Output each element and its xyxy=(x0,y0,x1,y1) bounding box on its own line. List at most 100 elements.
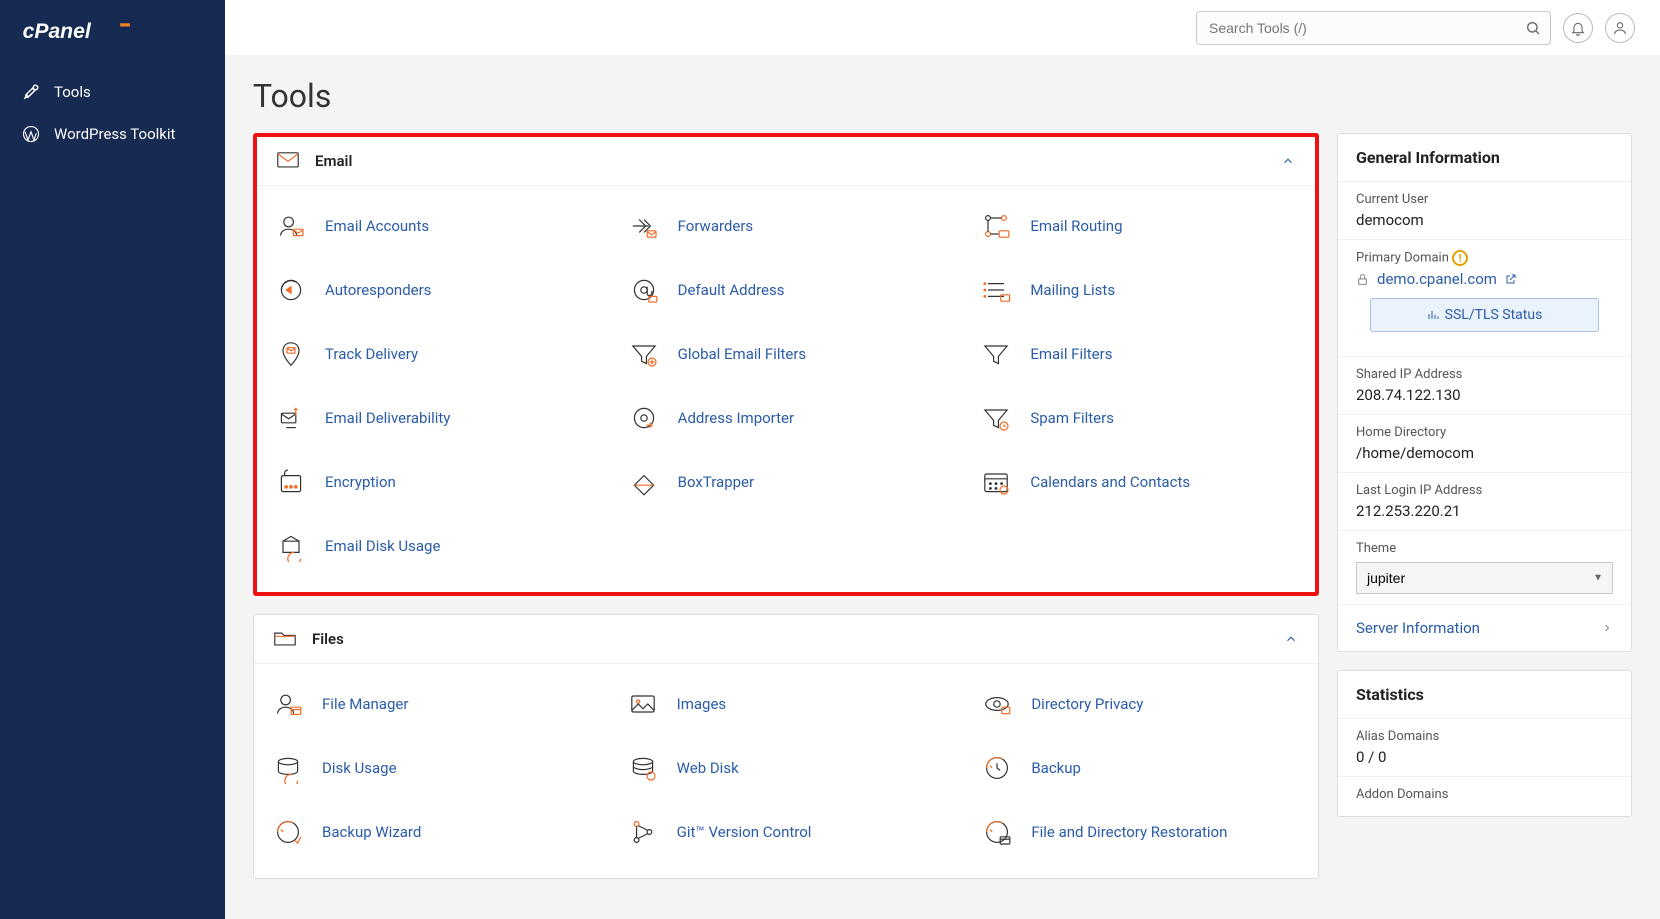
tool-backup-wizard[interactable]: Backup Wizard xyxy=(264,804,599,860)
track-delivery-icon xyxy=(275,338,307,370)
address-importer-icon xyxy=(628,402,660,434)
home-dir-value: /home/democom xyxy=(1356,444,1613,462)
tool-address-importer[interactable]: Address Importer xyxy=(620,390,953,446)
theme-select[interactable]: jupiter xyxy=(1356,562,1613,594)
alias-domains-label: Alias Domains xyxy=(1356,729,1613,744)
section-header-email[interactable]: Email xyxy=(257,137,1315,186)
tool-label: Email Disk Usage xyxy=(325,537,440,556)
cpanel-logo-icon: cPanel xyxy=(22,20,137,46)
tool-label: Encryption xyxy=(325,473,396,492)
section-title: Files xyxy=(312,630,1268,648)
tool-label: Spam Filters xyxy=(1030,409,1114,428)
tool-label: Email Routing xyxy=(1030,217,1122,236)
default-address-icon xyxy=(628,274,660,306)
tool-email-filters[interactable]: Email Filters xyxy=(972,326,1305,382)
tool-disk-usage[interactable]: Disk Usage xyxy=(264,740,599,796)
current-user-value: democom xyxy=(1356,211,1613,229)
sidebar-item-label: Tools xyxy=(54,83,91,101)
tool-label: Backup Wizard xyxy=(322,823,421,842)
encryption-icon xyxy=(275,466,307,498)
bell-icon xyxy=(1570,20,1586,36)
tool-label: Email Filters xyxy=(1030,345,1112,364)
user-menu-button[interactable] xyxy=(1605,13,1635,43)
last-login-label: Last Login IP Address xyxy=(1356,483,1613,498)
email-disk-usage-icon xyxy=(275,530,307,562)
server-information-link[interactable]: Server Information xyxy=(1338,605,1631,651)
addon-domains-label: Addon Domains xyxy=(1356,787,1613,802)
home-dir-label: Home Directory xyxy=(1356,425,1613,440)
mail-icon xyxy=(277,152,299,170)
sidebar-item-tools[interactable]: Tools xyxy=(0,71,225,113)
tool-git-version-control[interactable]: Git™ Version Control xyxy=(619,804,954,860)
tool-label: File Manager xyxy=(322,695,408,714)
tool-email-routing[interactable]: Email Routing xyxy=(972,198,1305,254)
autoresponders-icon xyxy=(275,274,307,306)
backup-wizard-icon xyxy=(272,816,304,848)
chevron-up-icon xyxy=(1284,632,1298,646)
tool-label: Track Delivery xyxy=(325,345,418,364)
tool-email-accounts[interactable]: Email Accounts xyxy=(267,198,600,254)
calendars-and-contacts-icon xyxy=(980,466,1012,498)
tool-global-email-filters[interactable]: Global Email Filters xyxy=(620,326,953,382)
bars-icon xyxy=(1427,309,1439,321)
notifications-button[interactable] xyxy=(1563,13,1593,43)
tool-file-manager[interactable]: File Manager xyxy=(264,676,599,732)
tool-file-and-directory-restoration[interactable]: File and Directory Restoration xyxy=(973,804,1308,860)
tool-label: Directory Privacy xyxy=(1031,695,1143,714)
tool-spam-filters[interactable]: Spam Filters xyxy=(972,390,1305,446)
statistics-card: Statistics Alias Domains 0 / 0 Addon Dom… xyxy=(1337,670,1632,817)
search-input[interactable] xyxy=(1196,11,1551,45)
tool-email-disk-usage[interactable]: Email Disk Usage xyxy=(267,518,600,574)
images-icon xyxy=(627,688,659,720)
email-deliverability-icon xyxy=(275,402,307,434)
tool-backup[interactable]: Backup xyxy=(973,740,1308,796)
email-accounts-icon xyxy=(275,210,307,242)
theme-label: Theme xyxy=(1356,541,1613,556)
email-routing-icon xyxy=(980,210,1012,242)
tool-forwarders[interactable]: Forwarders xyxy=(620,198,953,254)
tool-boxtrapper[interactable]: BoxTrapper xyxy=(620,454,953,510)
search-icon[interactable] xyxy=(1525,20,1541,36)
tool-label: Web Disk xyxy=(677,759,739,778)
tool-label: Backup xyxy=(1031,759,1081,778)
shared-ip-value: 208.74.122.130 xyxy=(1356,386,1613,404)
statistics-title: Statistics xyxy=(1338,671,1631,719)
tool-label: Global Email Filters xyxy=(678,345,807,364)
sidebar: cPanel Tools WordPress Toolkit xyxy=(0,0,225,919)
search xyxy=(1196,11,1551,45)
tool-label: Email Deliverability xyxy=(325,409,450,428)
warning-icon[interactable]: ! xyxy=(1452,250,1468,266)
tool-mailing-lists[interactable]: Mailing Lists xyxy=(972,262,1305,318)
tool-autoresponders[interactable]: Autoresponders xyxy=(267,262,600,318)
folder-icon xyxy=(274,630,296,648)
user-icon xyxy=(1612,20,1628,36)
tool-email-deliverability[interactable]: Email Deliverability xyxy=(267,390,600,446)
wordpress-icon xyxy=(22,125,40,143)
primary-domain-link[interactable]: demo.cpanel.com xyxy=(1377,270,1497,288)
tool-images[interactable]: Images xyxy=(619,676,954,732)
svg-text:cPanel: cPanel xyxy=(23,20,92,43)
sidebar-nav: Tools WordPress Toolkit xyxy=(0,71,225,155)
theme-select-wrapper: jupiter ▼ xyxy=(1356,562,1613,594)
sidebar-item-wordpress[interactable]: WordPress Toolkit xyxy=(0,113,225,155)
ssl-status-button[interactable]: SSL/TLS Status xyxy=(1370,298,1599,332)
git-version-control-icon xyxy=(627,816,659,848)
last-login-value: 212.253.220.21 xyxy=(1356,502,1613,520)
tool-calendars-and-contacts[interactable]: Calendars and Contacts xyxy=(972,454,1305,510)
tool-label: Calendars and Contacts xyxy=(1030,473,1190,492)
tool-default-address[interactable]: Default Address xyxy=(620,262,953,318)
primary-domain-label: Primary Domain ! xyxy=(1356,250,1613,266)
tool-web-disk[interactable]: Web Disk xyxy=(619,740,954,796)
sidebar-item-label: WordPress Toolkit xyxy=(54,125,175,143)
tool-encryption[interactable]: Encryption xyxy=(267,454,600,510)
section-files: Files File Manager Images Directory Privac… xyxy=(253,614,1319,879)
tool-track-delivery[interactable]: Track Delivery xyxy=(267,326,600,382)
logo: cPanel xyxy=(0,0,225,71)
backup-icon xyxy=(981,752,1013,784)
external-link-icon[interactable] xyxy=(1505,273,1517,285)
section-header-files[interactable]: Files xyxy=(254,615,1318,664)
tool-label: BoxTrapper xyxy=(678,473,754,492)
section-email: Email Email Accounts Forwarders Email Rout… xyxy=(253,133,1319,596)
current-user-label: Current User xyxy=(1356,192,1613,207)
tool-directory-privacy[interactable]: Directory Privacy xyxy=(973,676,1308,732)
